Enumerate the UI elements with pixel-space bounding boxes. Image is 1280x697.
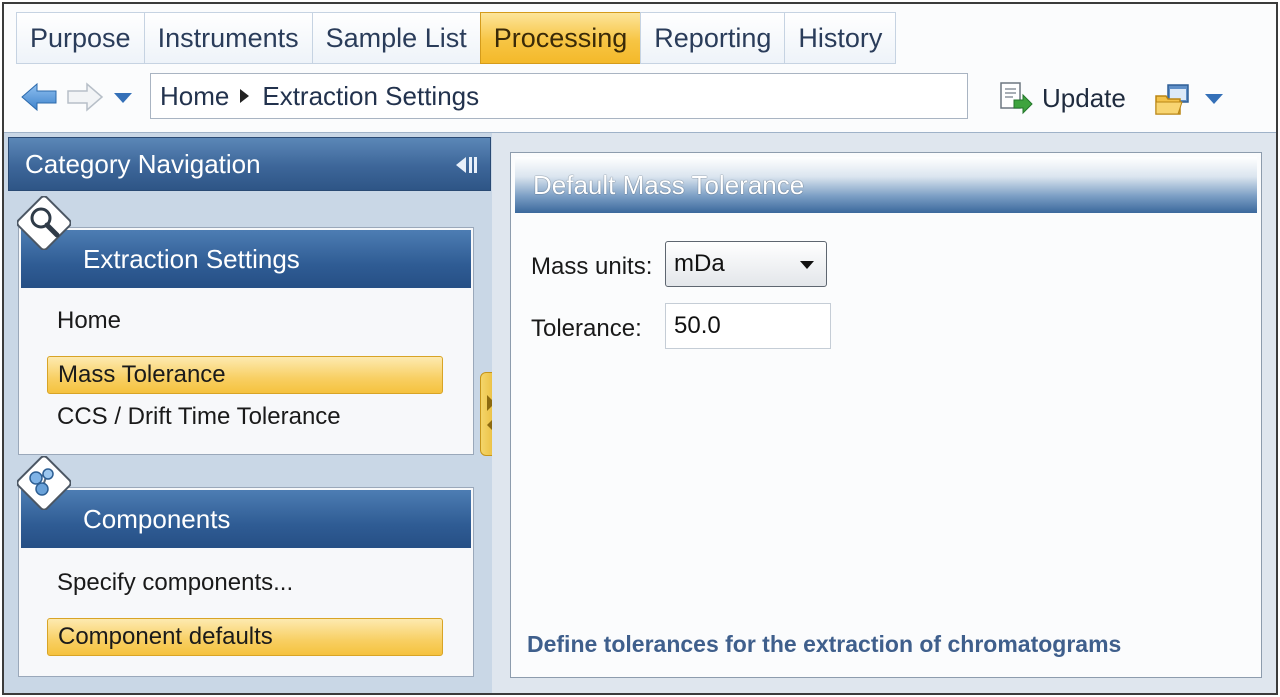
tab-purpose[interactable]: Purpose [16,12,145,64]
components-group: Components Specify components... Compone… [17,456,474,677]
category-navigation-header: Category Navigation [8,137,491,191]
history-dropdown-icon[interactable] [112,90,134,106]
nav-item-component-defaults[interactable]: Component defaults [47,618,443,656]
collapse-left-icon[interactable] [454,155,478,175]
back-arrow-icon[interactable] [20,82,58,112]
mass-units-label: Mass units: [531,253,653,280]
tab-sample-list[interactable]: Sample List [311,12,481,64]
chevron-down-icon [1205,94,1223,104]
window-menu-button[interactable] [1154,80,1226,118]
description-text: Define tolerances for the extraction of … [527,631,1122,657]
breadcrumb-current[interactable]: Extraction Settings [262,81,479,112]
nav-item-label: CCS / Drift Time Tolerance [57,403,341,430]
tolerance-input[interactable]: 50.0 [665,303,831,349]
components-header[interactable]: Components [21,490,471,548]
nav-item-home[interactable]: Home [47,302,443,340]
card-header: Default Mass Tolerance [515,157,1257,213]
nav-item-label: Component defaults [58,623,273,650]
settings-card: Default Mass Tolerance Mass units: mDa T… [510,152,1262,678]
tab-history[interactable]: History [784,12,897,64]
address-bar[interactable]: Home Extraction Settings [150,73,968,119]
dropdown-caret-icon [800,261,814,269]
app-window: Purpose Instruments Sample List Processi… [2,2,1278,695]
nav-item-label: Home [57,307,122,334]
document-arrow-icon [1000,82,1033,115]
category-navigation-title: Category Navigation [25,148,261,179]
category-navigation-panel: Category Navigation Extraction Settings … [4,132,492,693]
update-label: Update [1042,82,1126,113]
molecule-icon [17,456,71,510]
breadcrumb-separator-icon [240,89,250,103]
tolerance-label: Tolerance: [531,315,642,342]
extraction-settings-header[interactable]: Extraction Settings [21,230,471,288]
breadcrumb-home[interactable]: Home [160,81,229,112]
tab-reporting[interactable]: Reporting [640,12,786,64]
folder-window-icon [1155,84,1189,115]
forward-arrow-icon[interactable] [66,82,104,112]
extraction-settings-title: Extraction Settings [83,243,300,274]
magnifier-icon [17,196,71,250]
extraction-settings-group: Extraction Settings Home Mass Tolerance … [17,196,474,455]
nav-item-specify-components[interactable]: Specify components... [47,564,443,602]
card-title: Default Mass Tolerance [533,169,805,200]
components-title: Components [83,503,231,534]
nav-item-label: Mass Tolerance [58,361,226,388]
nav-item-ccs-drift-time-tolerance[interactable]: CCS / Drift Time Tolerance [47,398,443,436]
mass-units-select[interactable]: mDa [665,241,827,287]
nav-item-label: Specify components... [57,569,294,596]
update-button[interactable]: Update [998,76,1126,120]
tolerance-value: 50.0 [674,312,721,339]
navigation-bar: Home Extraction Settings Update [4,70,1276,124]
tab-instruments[interactable]: Instruments [143,12,313,64]
main-tab-bar: Purpose Instruments Sample List Processi… [16,12,897,64]
nav-item-mass-tolerance[interactable]: Mass Tolerance [47,356,443,394]
tab-processing[interactable]: Processing [479,12,642,64]
mass-units-value: mDa [674,250,725,277]
